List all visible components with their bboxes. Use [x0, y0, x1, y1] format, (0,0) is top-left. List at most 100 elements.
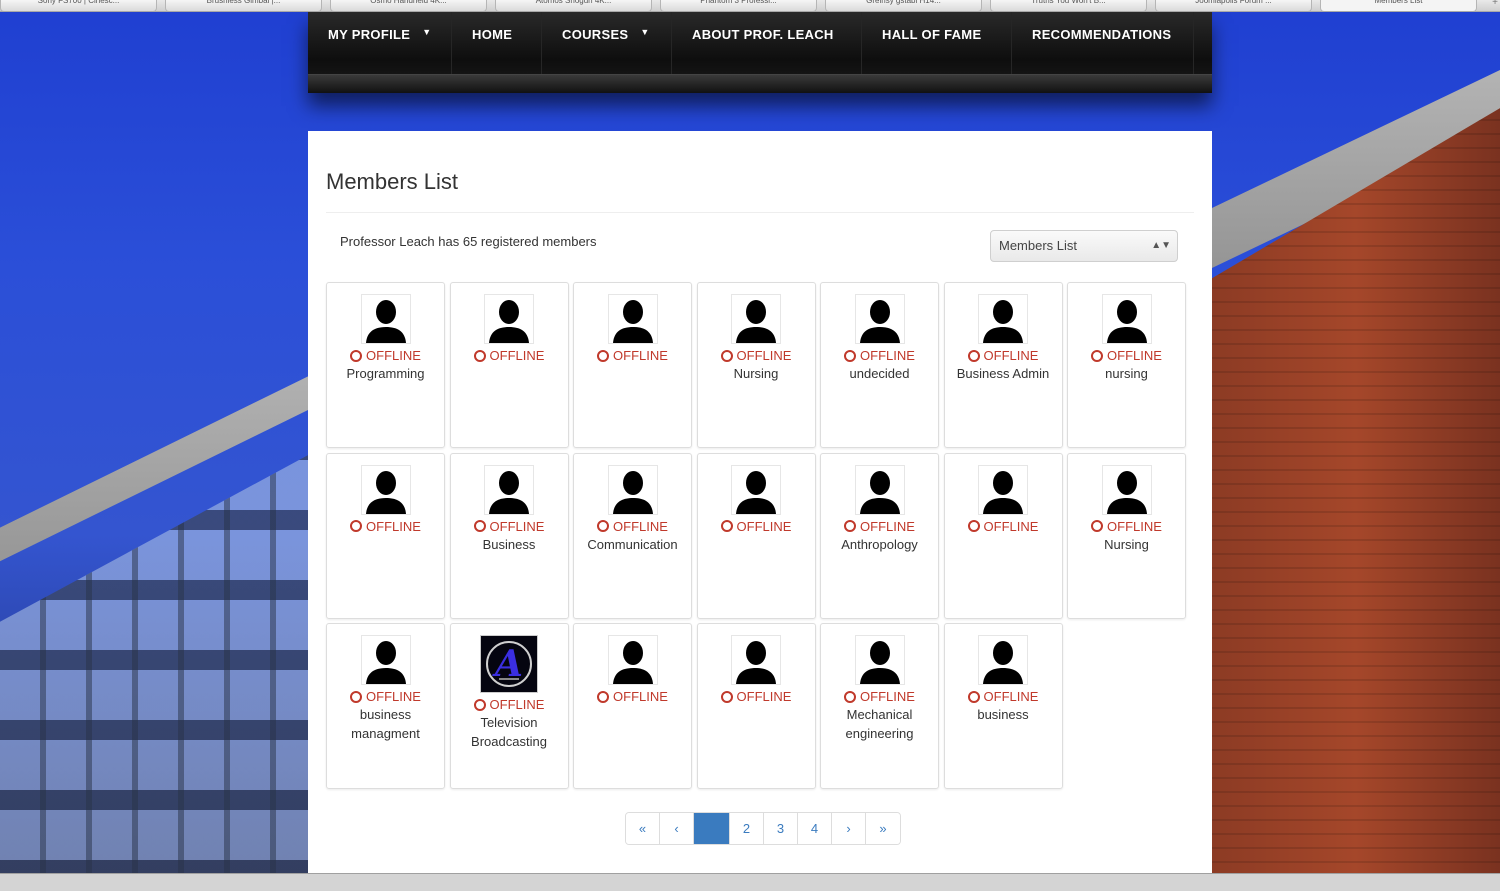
- status-badge: OFFLINE: [698, 689, 815, 704]
- avatar-silhouette-icon[interactable]: [731, 464, 781, 515]
- page-next-button[interactable]: ›: [832, 813, 866, 844]
- status-text: OFFLINE: [860, 518, 915, 534]
- member-card[interactable]: OFFLINE Communication: [573, 452, 692, 619]
- status-text: OFFLINE: [489, 697, 545, 712]
- member-card[interactable]: OFFLINE nursing: [1067, 282, 1186, 448]
- new-tab-plus-icon[interactable]: +: [1485, 0, 1500, 11]
- browser-tab[interactable]: Greinsy gstabi H14...: [825, 0, 982, 11]
- member-major: Communication: [587, 536, 678, 552]
- member-card[interactable]: OFFLINE Nursing: [1067, 452, 1186, 619]
- avatar-silhouette-icon[interactable]: [854, 294, 905, 344]
- offline-ring-icon: [597, 690, 610, 703]
- browser-status-bar: [0, 873, 1500, 891]
- nav-item-hall-of-fame[interactable]: HALL OF FAME: [862, 11, 1012, 74]
- status-text: OFFLINE: [1107, 518, 1162, 534]
- avatar-silhouette-icon[interactable]: [854, 464, 905, 515]
- avatar-silhouette-icon[interactable]: [731, 294, 781, 344]
- avatar-silhouette-icon[interactable]: [607, 294, 658, 344]
- status-text: OFFLINE: [613, 518, 668, 534]
- offline-ring-icon: [720, 349, 733, 362]
- page-3-button[interactable]: 3: [764, 813, 798, 844]
- nav-bottom-bar: [308, 74, 1212, 93]
- nav-item-label: HALL OF FAME: [882, 27, 982, 42]
- main-navigation: MY PROFILE ▼ HOME COURSES ▼ ABOUT PROF. LEACH…: [308, 11, 1212, 93]
- status-text: OFFLINE: [983, 689, 1039, 704]
- browser-tab[interactable]: Atomos Shogun 4K...: [495, 0, 652, 11]
- avatar-silhouette-icon[interactable]: [1101, 464, 1152, 515]
- page-current-button[interactable]: [694, 813, 730, 844]
- status-text: OFFLINE: [983, 518, 1039, 534]
- offline-ring-icon: [844, 349, 857, 362]
- member-major: Programming: [346, 366, 425, 381]
- browser-tab[interactable]: Joomlapolis Forum ...: [1155, 0, 1312, 11]
- member-major: business: [977, 707, 1029, 722]
- member-card[interactable]: OFFLINE business: [943, 623, 1063, 789]
- nav-item-label: RECOMMENDATIONS: [1032, 27, 1172, 42]
- offline-ring-icon: [844, 690, 857, 703]
- avatar-silhouette-icon[interactable]: [360, 464, 411, 515]
- offline-ring-icon: [967, 690, 980, 703]
- nav-item-home[interactable]: HOME: [452, 11, 542, 74]
- status-badge: OFFLINE: [1068, 519, 1185, 534]
- avatar-silhouette-icon[interactable]: [360, 294, 411, 344]
- member-card[interactable]: OFFLINE Business: [449, 452, 569, 619]
- members-grid: OFFLINE Programming OFFLINE OFFLINE OFFLINE N…: [326, 282, 1186, 789]
- member-card[interactable]: OFFLINE business managment: [326, 623, 445, 789]
- page-2-button[interactable]: 2: [730, 813, 764, 844]
- member-major: Mechanical engineering: [845, 707, 914, 741]
- avatar-silhouette-icon[interactable]: [607, 635, 658, 685]
- member-card[interactable]: OFFLINE Nursing: [696, 282, 816, 448]
- member-card[interactable]: OFFLINE: [449, 282, 569, 448]
- member-card[interactable]: OFFLINE undecided: [820, 282, 939, 448]
- offline-ring-icon: [473, 698, 486, 711]
- offline-ring-icon: [967, 349, 980, 362]
- nav-item-recommendations[interactable]: RECOMMENDATIONS: [1012, 11, 1194, 74]
- browser-tab[interactable]: Osmo Handheld 4K...: [330, 0, 487, 11]
- member-avatar-logo[interactable]: A: [480, 635, 538, 693]
- member-card[interactable]: OFFLINE: [696, 623, 816, 789]
- member-card[interactable]: OFFLINE: [943, 452, 1063, 619]
- list-type-select[interactable]: Members List ▲▼: [990, 230, 1178, 262]
- page-prev-button[interactable]: ‹: [660, 813, 694, 844]
- avatar-silhouette-icon[interactable]: [854, 635, 905, 685]
- avatar-silhouette-icon[interactable]: [484, 464, 534, 515]
- member-card[interactable]: OFFLINE: [326, 452, 445, 619]
- browser-tab[interactable]: Members List: [1320, 0, 1477, 11]
- member-card[interactable]: OFFLINE: [573, 623, 692, 789]
- avatar-silhouette-icon[interactable]: [607, 464, 658, 515]
- avatar-silhouette-icon[interactable]: [484, 294, 534, 344]
- nav-item-my-profile[interactable]: MY PROFILE ▼: [308, 11, 452, 74]
- browser-tab[interactable]: Sony FS700 | Cinesc...: [0, 0, 157, 11]
- page-last-button[interactable]: »: [866, 813, 900, 844]
- member-card[interactable]: OFFLINE Programming: [326, 282, 445, 448]
- browser-tab[interactable]: Brushless Gimbal |...: [165, 0, 322, 11]
- page-4-button[interactable]: 4: [798, 813, 832, 844]
- offline-ring-icon: [597, 520, 610, 532]
- avatar-silhouette-icon[interactable]: [978, 294, 1028, 344]
- avatar-silhouette-icon[interactable]: [731, 635, 781, 685]
- browser-tab[interactable]: Phantom 3 Professi...: [660, 0, 817, 11]
- status-badge: OFFLINE: [698, 519, 815, 534]
- avatar-silhouette-icon[interactable]: [1101, 294, 1152, 344]
- member-card[interactable]: OFFLINE: [573, 282, 692, 448]
- status-text: OFFLINE: [489, 518, 545, 534]
- status-badge: OFFLINE: [451, 519, 568, 534]
- avatar-silhouette-icon[interactable]: [360, 635, 411, 685]
- member-major: undecided: [849, 366, 910, 381]
- member-card[interactable]: OFFLINE: [696, 452, 816, 619]
- pagination: « ‹ 2 3 4 › »: [625, 812, 901, 845]
- member-card[interactable]: OFFLINE Mechanical engineering: [820, 623, 939, 789]
- status-badge: OFFLINE: [821, 519, 938, 534]
- page-first-button[interactable]: «: [626, 813, 660, 844]
- avatar-silhouette-icon[interactable]: [978, 464, 1028, 515]
- avatar-silhouette-icon[interactable]: [978, 635, 1028, 685]
- nav-item-about-prof-leach[interactable]: ABOUT PROF. LEACH: [672, 11, 862, 74]
- member-card[interactable]: OFFLINE Anthropology: [820, 452, 939, 619]
- member-major: business managment: [351, 707, 420, 741]
- browser-tab[interactable]: Truths You Won't B...: [990, 0, 1147, 11]
- status-text: OFFLINE: [366, 348, 421, 363]
- member-card[interactable]: A OFFLINE Television Broadcasting: [449, 623, 569, 789]
- nav-item-label: COURSES: [562, 27, 629, 42]
- member-card[interactable]: OFFLINE Business Admin: [943, 282, 1063, 448]
- nav-item-courses[interactable]: COURSES ▼: [542, 11, 672, 74]
